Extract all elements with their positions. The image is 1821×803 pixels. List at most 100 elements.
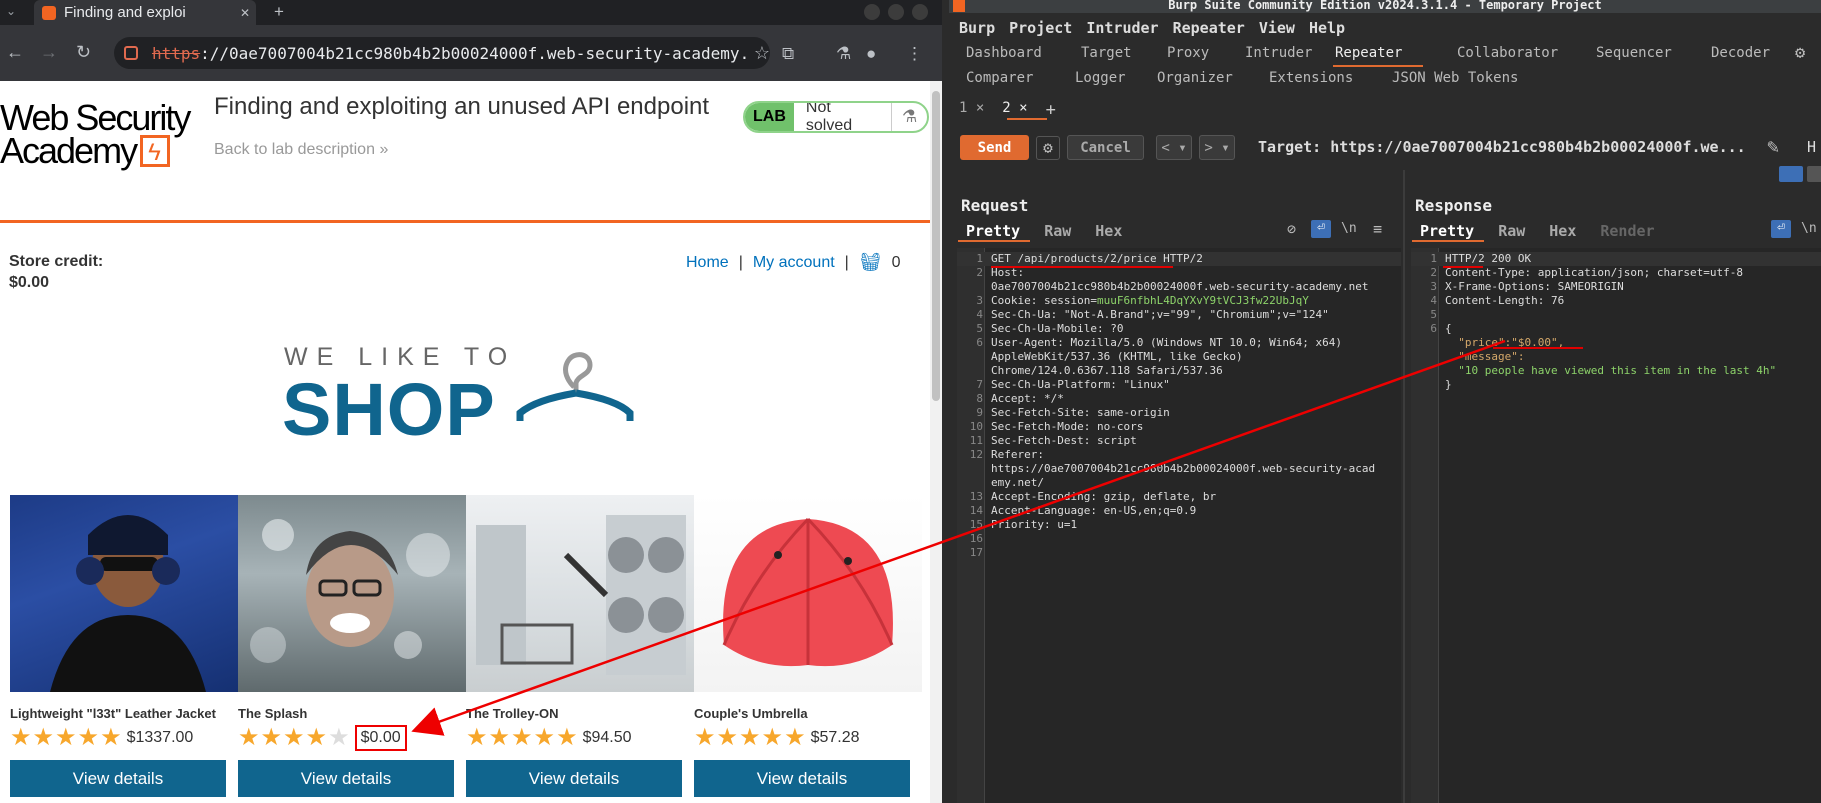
product-image[interactable]	[694, 495, 922, 692]
active-subtab-underline	[1007, 118, 1047, 120]
line-content: "message":	[1445, 350, 1525, 363]
labs-flask-icon[interactable]: ⚗	[836, 44, 851, 64]
request-editor[interactable]: 1 GET /api/products/2/price HTTP/2 2 Host: 0…	[957, 248, 1401, 803]
tab-close-icon[interactable]: ✕	[240, 6, 250, 20]
request-hex-tab[interactable]: Hex	[1095, 222, 1122, 240]
response-editor[interactable]: 1 HTTP/2 200 OK 2 Content-Type: application…	[1411, 248, 1821, 803]
request-menu-icon[interactable]: ≡	[1373, 220, 1382, 238]
reload-icon[interactable]: ↻	[76, 42, 91, 63]
back-arrow-icon[interactable]: ←	[6, 42, 24, 63]
profile-icon[interactable]: ●	[866, 44, 876, 64]
web-security-academy-logo[interactable]: Web Security Academy	[0, 100, 192, 170]
tab-search-icon[interactable]: ⌄	[6, 4, 16, 18]
product-image[interactable]	[10, 495, 238, 692]
history-back-button[interactable]: < ▾	[1156, 135, 1192, 160]
request-pretty-tab[interactable]: Pretty	[966, 222, 1020, 240]
forward-arrow-icon[interactable]: →	[40, 42, 58, 63]
minimize-icon[interactable]	[864, 4, 880, 20]
line-content: Priority: u=1	[991, 518, 1078, 531]
response-line: "message":	[1411, 350, 1821, 364]
menu-project[interactable]: Project	[1009, 19, 1072, 37]
request-pane: Request Pretty Raw Hex ⊘ ⏎ \n ≡ 1 GET /ap…	[949, 170, 1405, 803]
tab-target[interactable]: Target	[1081, 45, 1132, 61]
send-button[interactable]: Send	[960, 135, 1029, 160]
cart-basket-icon[interactable]: 🧺︎	[859, 252, 882, 273]
product-image[interactable]	[466, 495, 694, 692]
response-word-wrap-icon[interactable]: ⏎	[1771, 220, 1791, 238]
address-bar[interactable]: https ://0ae7007004b21cc980b4b2b00024000…	[114, 37, 770, 69]
line-number: 4	[1430, 294, 1437, 307]
product-rating: ★★★★★ $0.00	[238, 725, 466, 751]
response-pretty-tab[interactable]: Pretty	[1420, 222, 1474, 240]
tab-dashboard[interactable]: Dashboard	[966, 45, 1042, 61]
menu-help[interactable]: Help	[1309, 19, 1345, 37]
line-content: AppleWebKit/537.36 (KHTML, like Gecko)	[991, 350, 1243, 363]
scrollbar-thumb[interactable]	[932, 91, 940, 401]
response-line: 1 HTTP/2 200 OK	[1411, 252, 1821, 266]
tab-json-web-tokens[interactable]: JSON Web Tokens	[1392, 70, 1518, 86]
back-to-lab-link[interactable]: Back to lab description »	[214, 141, 388, 159]
tab-organizer[interactable]: Organizer	[1157, 70, 1233, 86]
newline-toggle-icon[interactable]: \n	[1341, 221, 1357, 236]
not-secure-icon[interactable]	[124, 46, 138, 60]
request-view-tabs: Pretty Raw Hex	[966, 222, 1122, 240]
response-hex-tab[interactable]: Hex	[1549, 222, 1576, 240]
view-details-button[interactable]: View details	[694, 760, 910, 797]
session-cookie-value: muuF6nfbhL4DqYXvY9tVCJ3fw22UbJqY	[1096, 294, 1309, 307]
nav-home-link[interactable]: Home	[686, 254, 729, 272]
tab-logger[interactable]: Logger	[1075, 70, 1126, 86]
menu-intruder[interactable]: Intruder	[1086, 19, 1158, 37]
new-tab-icon[interactable]: +	[274, 2, 284, 22]
request-raw-tab[interactable]: Raw	[1044, 222, 1071, 240]
edit-target-pencil-icon[interactable]: ✎	[1767, 134, 1779, 158]
request-title: Request	[961, 196, 1029, 215]
view-details-button[interactable]: View details	[466, 760, 682, 797]
close-window-icon[interactable]	[912, 4, 928, 20]
cancel-button[interactable]: Cancel	[1067, 135, 1144, 160]
layout-split-icon[interactable]	[1779, 166, 1803, 182]
tab-extensions[interactable]: Extensions	[1269, 70, 1353, 86]
target-url[interactable]: Target: https://0ae7007004b21cc980b4b2b0…	[1258, 138, 1746, 156]
history-forward-button[interactable]: > ▾	[1199, 135, 1235, 160]
tab-collaborator[interactable]: Collaborator	[1457, 45, 1558, 61]
word-wrap-icon[interactable]: ⏎	[1311, 220, 1331, 238]
extensions-icon[interactable]: ⧉	[782, 44, 794, 64]
hide-nonprintable-icon[interactable]: ⊘	[1287, 220, 1296, 238]
send-options-gear-icon[interactable]: ⚙	[1036, 136, 1060, 160]
product-image[interactable]	[238, 495, 466, 692]
tab-repeater[interactable]: Repeater	[1335, 45, 1402, 61]
tab-comparer[interactable]: Comparer	[966, 70, 1033, 86]
line-number: 2	[976, 266, 983, 279]
response-raw-tab[interactable]: Raw	[1498, 222, 1525, 240]
maximize-icon[interactable]	[888, 4, 904, 20]
browser-menu-icon[interactable]: ⋮	[906, 44, 923, 64]
request-line: 4 Sec-Ch-Ua: "Not-A.Brand";v="99", "Chrom…	[957, 308, 1401, 322]
menu-repeater[interactable]: Repeater	[1173, 19, 1245, 37]
repeater-tab-2[interactable]: 2 ×	[1002, 100, 1027, 120]
tab-intruder[interactable]: Intruder	[1245, 45, 1312, 61]
add-repeater-tab-icon[interactable]: +	[1046, 100, 1056, 120]
response-render-tab[interactable]: Render	[1600, 222, 1654, 240]
tab-sequencer[interactable]: Sequencer	[1596, 45, 1672, 61]
nav-my-account-link[interactable]: My account	[753, 254, 835, 272]
lab-title: Finding and exploiting an unused API end…	[214, 93, 710, 120]
line-number: 1	[1430, 252, 1437, 265]
browser-tab[interactable]: Finding and exploi ✕	[34, 0, 256, 25]
tab-proxy[interactable]: Proxy	[1167, 45, 1209, 61]
http-version-label: H	[1807, 138, 1817, 156]
menu-burp[interactable]: Burp	[959, 19, 995, 37]
view-details-button[interactable]: View details	[238, 760, 454, 797]
line-text: Referer:	[991, 448, 1044, 462]
response-line: 4 Content-Length: 76	[1411, 294, 1821, 308]
tab-decoder[interactable]: Decoder	[1711, 45, 1770, 61]
bookmark-star-icon[interactable]: ☆	[754, 43, 770, 64]
line-content: Accept-Language: en-US,en;q=0.9	[991, 504, 1197, 517]
settings-gear-icon[interactable]: ⚙	[1795, 43, 1805, 63]
repeater-tab-1[interactable]: 1 ×	[959, 100, 984, 120]
layout-stack-icon[interactable]	[1807, 166, 1821, 182]
response-newline-icon[interactable]: \n	[1801, 221, 1817, 236]
page-scrollbar[interactable]	[930, 81, 942, 803]
url-text: ://0ae7007004b21cc980b4b2b00024000f.web-…	[200, 43, 748, 63]
menu-view[interactable]: View	[1259, 19, 1295, 37]
view-details-button[interactable]: View details	[10, 760, 226, 797]
